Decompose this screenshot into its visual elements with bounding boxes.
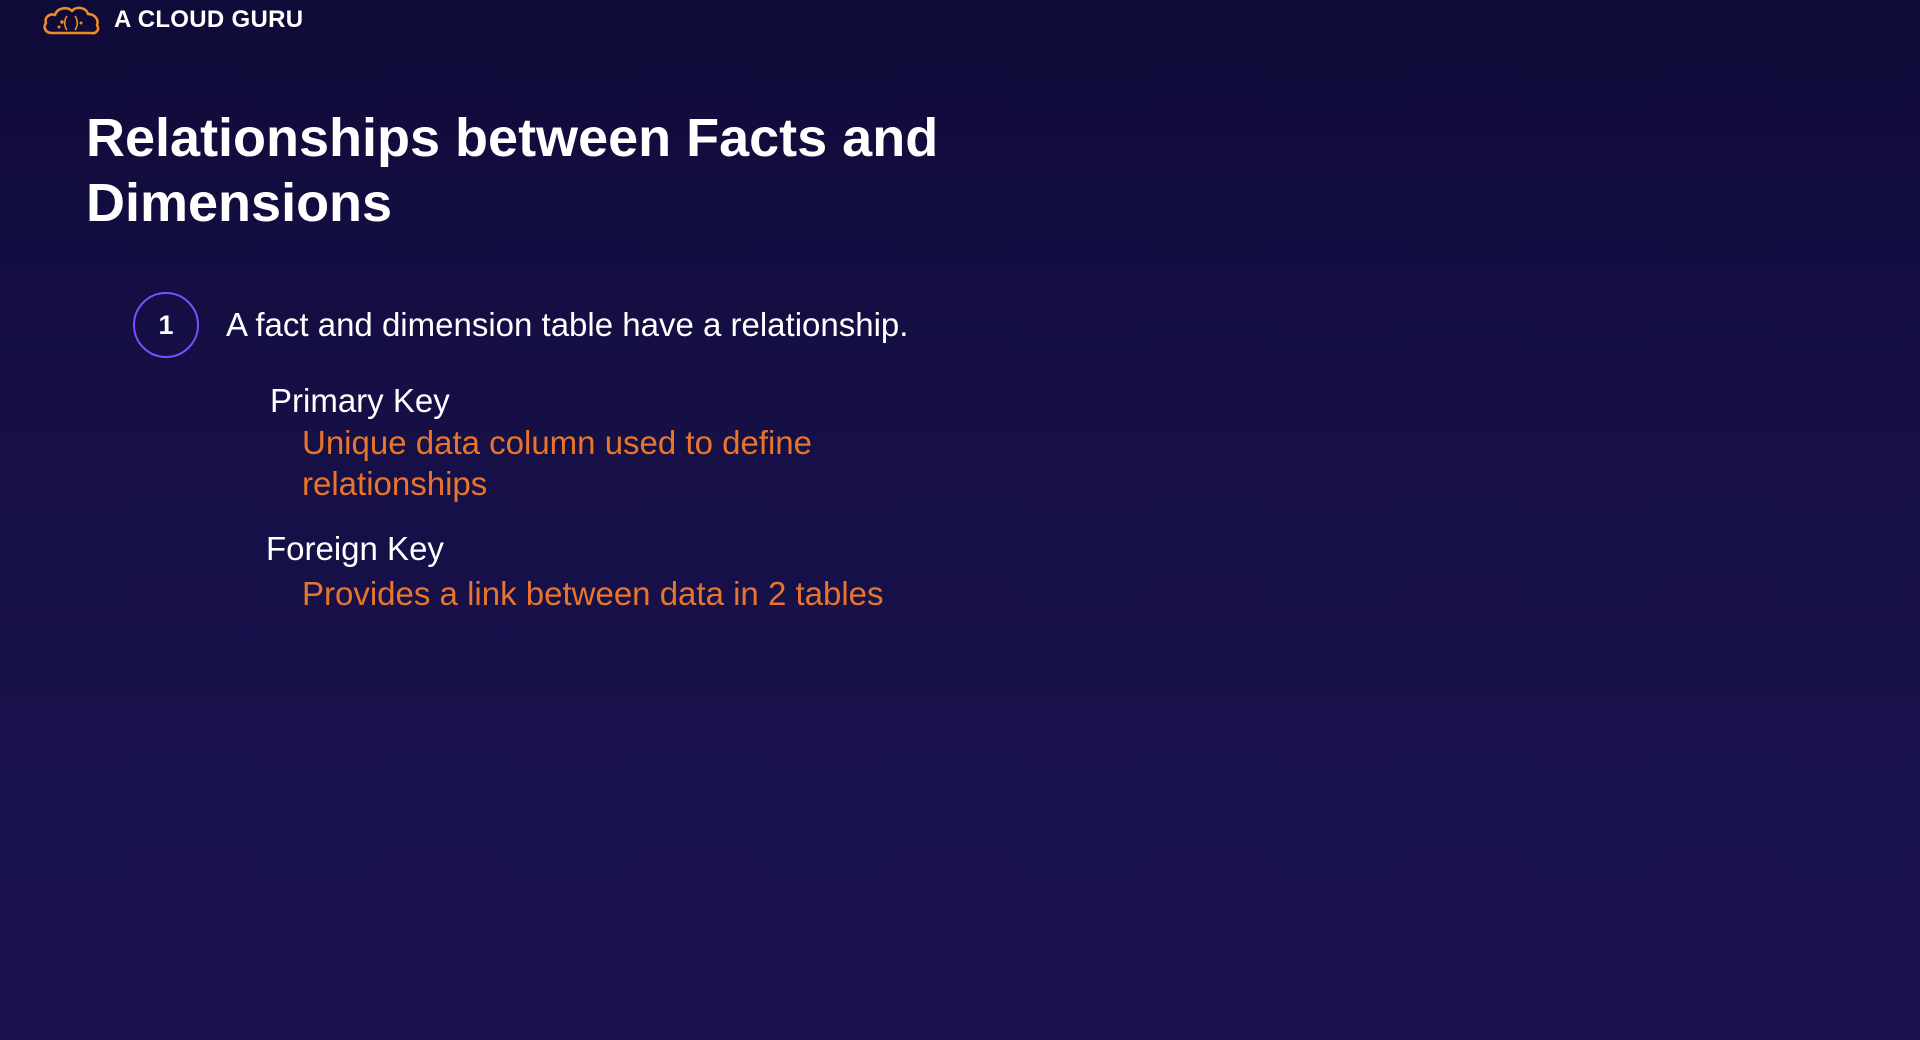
term-primary-key: Primary Key [270,382,450,419]
cloud-logo-icon [43,6,100,35]
brand-name: A CLOUD GURU [114,6,304,33]
term-foreign-key: Foreign Key [266,530,444,567]
slide-title: Relationships between Facts and Dimensio… [86,108,939,233]
point-number-badge: 1 [133,292,199,358]
point-text: A fact and dimension table have a relati… [226,306,909,343]
term-foreign-key-description: Provides a link between data in 2 tables [302,575,884,612]
brand-logo: A CLOUD GURU [40,0,303,40]
numbered-point: 1 A fact and dimension table have a rela… [133,292,908,358]
term-primary-key-description: Unique data column used to define relati… [302,424,813,502]
